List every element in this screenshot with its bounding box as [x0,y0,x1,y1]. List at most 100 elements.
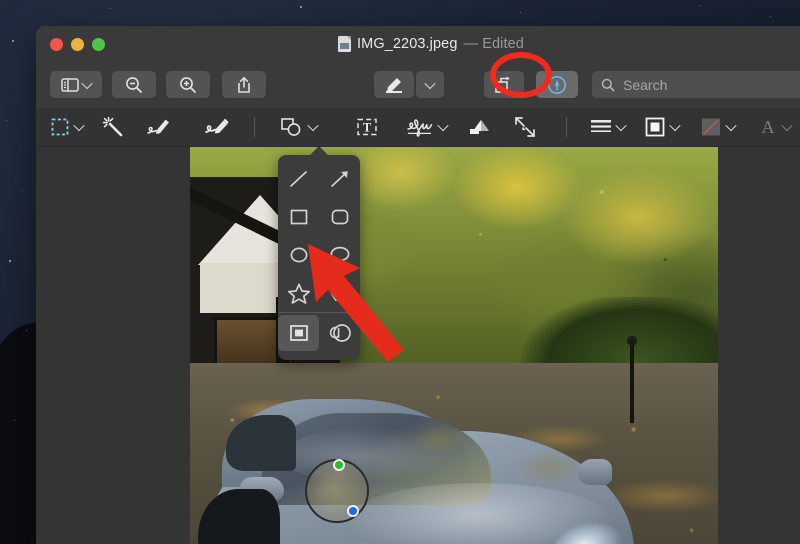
border-color-button[interactable] [644,108,679,146]
instant-alpha-tool-button[interactable] [102,108,124,146]
draw-tool-button[interactable] [204,108,230,146]
text-box-icon: T [356,117,378,137]
highlight-mask-tool-button[interactable] [278,315,319,351]
adjust-color-icon [468,117,494,137]
window-titlebar: IMG_2203.jpeg — Edited [36,26,800,64]
image-canvas[interactable] [190,147,718,544]
square-icon [287,205,311,229]
loupe-tool-button[interactable] [319,315,360,351]
chevron-down-icon [81,77,92,88]
shapes-tool-button[interactable] [280,108,317,146]
markup-toolbar: T [36,108,800,147]
popover-tools [278,315,360,351]
shape-rectangle-button[interactable] [278,199,319,235]
shape-speech-bubble-button[interactable] [319,237,360,273]
star [22,190,23,191]
crop-tool-button[interactable] [514,108,536,146]
star [12,40,14,42]
shape-polygon-button[interactable] [319,275,360,311]
star [26,330,27,331]
chevron-down-icon [437,120,448,131]
zoom-out-button[interactable] [112,71,156,98]
star [9,260,11,262]
star-icon [286,281,312,305]
draw-marker-icon [204,116,230,138]
toolbar-separator [254,117,255,137]
line-thickness-icon [590,118,612,136]
shape-arrow-button[interactable] [319,161,360,197]
shapes-grid [278,161,360,311]
rotate-button[interactable] [484,71,524,98]
share-icon [236,76,252,94]
popover-tail [309,147,329,156]
sketch-pen-icon [146,116,172,138]
preview-window: IMG_2203.jpeg — Edited [36,26,800,544]
magic-wand-icon [102,116,124,138]
loupe-zoom-handle[interactable] [347,505,359,517]
toolbar-separator [566,117,567,137]
star [6,120,7,121]
window-title-text: IMG_2203.jpeg [357,36,457,52]
car-wheel [198,489,280,544]
main-toolbar: Search [36,64,800,108]
car-side-window [226,415,296,471]
shape-oval-button[interactable] [278,237,319,273]
popover-divider [278,312,360,313]
star [520,12,521,13]
desktop-background: IMG_2203.jpeg — Edited [0,0,800,544]
selection-tool-button[interactable] [50,108,83,146]
zoom-in-button[interactable] [166,71,210,98]
star [770,16,771,17]
circle-icon [287,243,311,267]
shape-rounded-rectangle-button[interactable] [319,199,360,235]
svg-text:T: T [363,120,372,134]
sidebar-toggle-button[interactable] [50,71,102,98]
text-style-button[interactable]: A [758,108,791,146]
sports-car [204,391,634,544]
zoom-out-icon [125,76,143,94]
markup-toolbar-button[interactable] [536,71,578,98]
border-square-icon [644,117,666,137]
fill-color-button[interactable] [700,108,735,146]
chevron-down-icon [615,120,626,131]
crop-arrows-icon [514,116,536,138]
search-icon [601,78,615,92]
rounded-square-icon [328,205,352,229]
search-placeholder: Search [623,77,667,93]
sign-tool-button[interactable] [406,108,447,146]
chevron-down-icon [307,120,318,131]
text-tool-button[interactable]: T [356,108,378,146]
chevron-down-icon [725,120,736,131]
arrow-icon [328,167,352,191]
document-canvas[interactable] [36,147,800,544]
zoom-in-icon [179,76,197,94]
star [300,6,302,8]
fill-none-icon [700,117,722,137]
sketch-tool-button[interactable] [146,108,172,146]
dashed-rectangle-icon [50,117,70,137]
highlight-pen-icon [384,76,404,94]
window-title: IMG_2203.jpeg — Edited [36,36,800,52]
share-button[interactable] [222,71,266,98]
shape-style-button[interactable] [590,108,625,146]
highlight-options-button[interactable] [416,71,444,98]
car-far-mirror [578,459,612,485]
chevron-down-icon [781,120,792,131]
car-leaf-reflection [354,401,634,511]
loupe-size-handle[interactable] [333,459,345,471]
shapes-popover[interactable] [278,155,360,360]
adjust-shape-tool-button[interactable] [468,108,494,146]
line-icon [287,167,311,191]
shape-star-button[interactable] [278,275,319,311]
star [110,8,111,9]
highlight-button[interactable] [374,71,414,98]
chevron-down-icon [73,120,84,131]
shape-line-button[interactable] [278,161,319,197]
signature-icon [406,116,434,138]
shapes-icon [280,117,304,137]
sidebar-icon [61,78,79,92]
chevron-down-icon [669,120,680,131]
search-field[interactable]: Search [592,71,800,98]
loupe-magnifier-icon [326,321,354,345]
chevron-down-icon [424,77,435,88]
